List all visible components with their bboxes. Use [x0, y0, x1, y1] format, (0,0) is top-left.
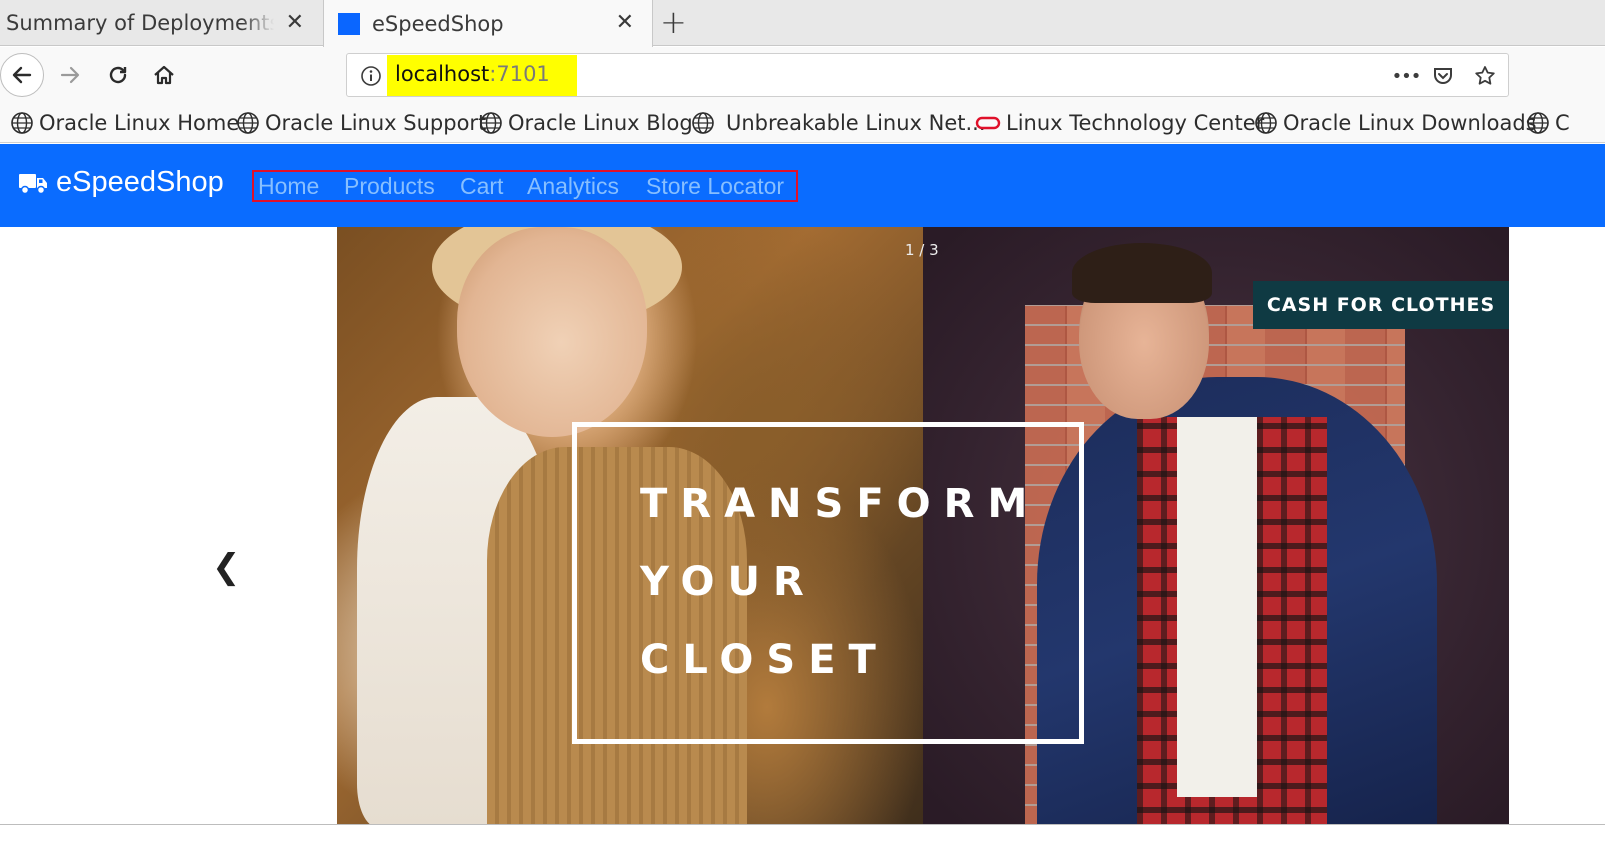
tab-title: eSpeedShop [372, 11, 504, 36]
slide-counter: 1 / 3 [905, 241, 939, 259]
globe-icon [692, 112, 714, 134]
reload-icon[interactable] [96, 53, 140, 97]
cash-for-clothes-badge: CASH FOR CLOTHES [1253, 281, 1509, 329]
hero-carousel: ❮ TRANSFORM YOUR CLOSET 1 / 3 CASH FOR C… [0, 227, 1605, 824]
home-icon[interactable] [142, 53, 186, 97]
truck-icon [19, 173, 47, 194]
bookmark-label: C [1555, 111, 1570, 135]
nav-analytics[interactable]: Analytics [527, 173, 619, 200]
close-tab-icon[interactable]: ✕ [616, 8, 634, 38]
globe-icon [480, 112, 502, 134]
url-host: localhost [395, 62, 490, 86]
bookmark-unbreakable-linux-network[interactable]: Unbreakable Linux Net... [691, 108, 986, 138]
bookmark-linux-technology-center[interactable]: Linux Technology Center [975, 108, 1264, 138]
tab-summary-of-deployments[interactable]: Summary of Deployments - W ✕ [0, 0, 322, 46]
bookmark-label: Oracle Linux Home [39, 111, 240, 135]
browser-tab-strip: Summary of Deployments - W ✕ eSpeedShop … [0, 0, 1605, 47]
tab-espeedshop[interactable]: eSpeedShop ✕ [323, 0, 653, 47]
bookmark-label: Oracle Linux Downloads [1283, 111, 1537, 135]
headline-line-3: CLOSET [640, 637, 889, 683]
browser-toolbar: localhost:7101 ••• [0, 47, 1605, 103]
nav-home[interactable]: Home [258, 173, 319, 200]
globe-icon [237, 112, 259, 134]
bookmark-oracle-linux-home[interactable]: Oracle Linux Home [10, 108, 239, 138]
star-icon[interactable] [1473, 64, 1497, 88]
bookmarks-toolbar: Oracle Linux Home Oracle Linux Support O… [0, 103, 1605, 143]
bookmark-label: Unbreakable Linux Net... [726, 111, 986, 135]
brand-logo[interactable]: eSpeedShop [18, 166, 224, 199]
bookmark-label: Linux Technology Center [1006, 111, 1265, 135]
address-bar[interactable]: localhost:7101 ••• [346, 53, 1509, 97]
new-tab-icon[interactable]: + [660, 4, 687, 40]
back-arrow-icon[interactable] [0, 53, 44, 97]
bookmark-oracle-linux-support[interactable]: Oracle Linux Support [236, 108, 486, 138]
pocket-icon[interactable] [1431, 64, 1455, 88]
bookmark-oracle-linux-downloads[interactable]: Oracle Linux Downloads [1254, 108, 1537, 138]
tab-title: Summary of Deployments - W [6, 11, 274, 35]
headline-line-1: TRANSFORM [640, 481, 1041, 527]
photo-dark-hair [1072, 243, 1212, 303]
oracle-ring-icon [975, 116, 1001, 130]
globe-icon [1255, 112, 1277, 134]
url-port: :7101 [489, 62, 550, 86]
carousel-slide: TRANSFORM YOUR CLOSET 1 / 3 CASH FOR CLO… [337, 227, 1509, 824]
site-header: eSpeedShop Home Products Cart Analytics … [0, 144, 1605, 227]
more-icon[interactable]: ••• [1391, 64, 1422, 88]
page-bottom-edge [0, 824, 1605, 844]
globe-icon [1527, 112, 1549, 134]
info-icon[interactable] [359, 64, 383, 88]
bookmark-overflow[interactable]: C [1526, 108, 1570, 138]
favicon-icon [338, 12, 360, 35]
photo-face [457, 227, 647, 437]
bookmark-oracle-linux-blog[interactable]: Oracle Linux Blog [479, 108, 693, 138]
bookmark-label: Oracle Linux Blog [508, 111, 693, 135]
photo-tshirt [1177, 417, 1257, 797]
url-text[interactable]: localhost:7101 [395, 62, 550, 86]
forward-arrow-icon[interactable] [48, 53, 92, 97]
brand-name: eSpeedShop [56, 166, 224, 198]
nav-products[interactable]: Products [344, 173, 435, 200]
globe-icon [11, 112, 33, 134]
nav-store-locator[interactable]: Store Locator [646, 173, 784, 200]
close-tab-icon[interactable]: ✕ [286, 8, 304, 38]
headline-line-2: YOUR [640, 559, 817, 605]
bookmark-label: Oracle Linux Support [265, 111, 487, 135]
nav-cart[interactable]: Cart [460, 173, 503, 200]
carousel-prev-icon[interactable]: ❮ [212, 547, 241, 587]
